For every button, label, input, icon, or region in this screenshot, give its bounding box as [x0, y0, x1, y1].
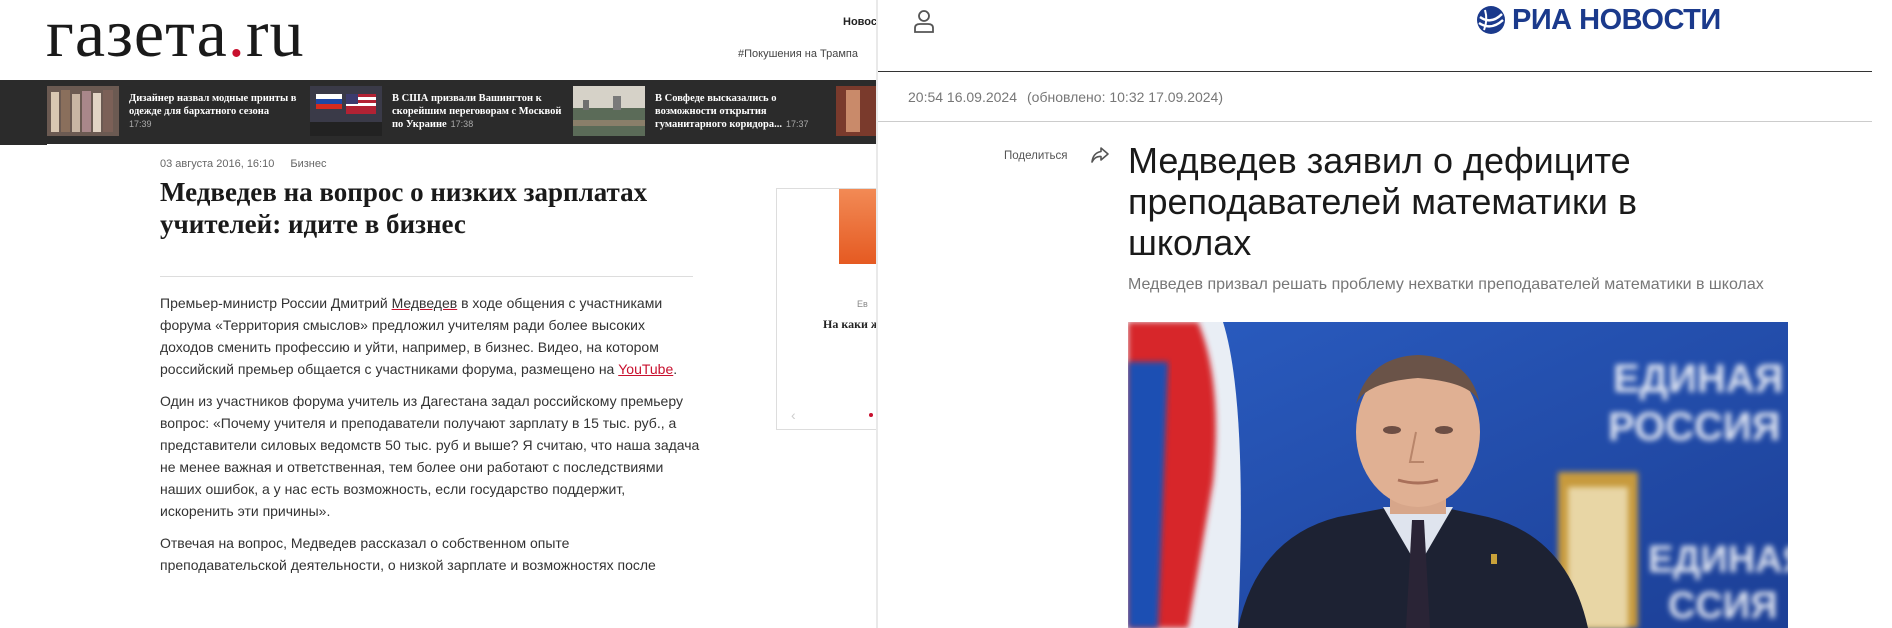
- article-title: Медведев на вопрос о низких зарплатах уч…: [160, 177, 648, 239]
- youtube-link[interactable]: YouTube: [618, 361, 673, 377]
- ria-globe-icon: [1477, 6, 1505, 34]
- arrow-left-icon[interactable]: ‹: [791, 407, 796, 423]
- news-strip-time: 17:39: [129, 119, 152, 129]
- sidebar-card[interactable]: Ев На каки жения ‹: [776, 188, 876, 430]
- nav-news-link[interactable]: Новос: [843, 16, 876, 28]
- article-updated: (обновлено: 10:32 17.09.2024): [1027, 89, 1224, 105]
- news-strip-title: В Совфеде высказались о возможности откр…: [655, 93, 809, 130]
- article-meta: 03 августа 2016, 16:10 Бизнес: [160, 158, 326, 170]
- article-photo[interactable]: ЕДИНАЯ РОССИЯ ЕДИНАЯ ССИЯ: [1128, 322, 1788, 628]
- title-divider: [160, 276, 693, 277]
- article-body: Премьер-министр России Дмитрий Медведев …: [160, 292, 700, 586]
- date-rule: [878, 121, 1872, 122]
- gazeta-window: газета.ru Новос #Покушения на Трампа Диз…: [0, 0, 876, 628]
- article-date: 03 августа 2016, 16:10: [160, 158, 275, 170]
- user-icon[interactable]: [912, 8, 936, 34]
- article-paragraph: Премьер-министр России Дмитрий Медведев …: [160, 295, 678, 377]
- news-thumbnail-partial[interactable]: [836, 86, 876, 136]
- news-thumbnail-flags: [310, 86, 382, 136]
- gazeta-logo-dot: .: [227, 0, 246, 71]
- article-title: Медведев заявил о дефиците преподавателе…: [1128, 140, 1637, 263]
- photo-banner-text: РОССИЯ: [1608, 405, 1781, 449]
- photo-banner-text: ЕДИНАЯ: [1613, 357, 1783, 401]
- sidebar-card-category: Ев: [857, 299, 868, 309]
- news-strip-item[interactable]: В Совфеде высказались о возможности откр…: [573, 86, 833, 138]
- carousel-dot[interactable]: [869, 413, 873, 417]
- gazeta-logo-tld: ru: [245, 0, 305, 71]
- news-thumbnail-landscape: [573, 86, 645, 136]
- photo-banner-text: ССИЯ: [1668, 585, 1778, 627]
- header-rule: [878, 71, 1872, 72]
- news-strip-title: В США призвали Вашингтон к скорейшим пер…: [392, 93, 562, 130]
- ria-logo-text: РИА НОВОСТИ: [1512, 3, 1721, 36]
- news-thumbnail-fashion: [47, 86, 119, 136]
- article-published: 20:54 16.09.2024: [908, 89, 1017, 105]
- photo-banner-text: ЕДИНАЯ: [1648, 539, 1788, 581]
- news-strip: Дизайнер назвал модные принты в одежде д…: [0, 80, 876, 144]
- news-strip-item[interactable]: В США призвали Вашингтон к скорейшим пер…: [310, 86, 565, 138]
- sidebar-card-image: [839, 189, 876, 264]
- news-strip-time: 17:37: [785, 119, 809, 129]
- trending-tag-link[interactable]: #Покушения на Трампа: [738, 48, 858, 60]
- sidebar-card-title: На каки жения: [823, 317, 876, 331]
- article-paragraph: Один из участников форума учитель из Даг…: [160, 393, 700, 519]
- article-dates: 20:54 16.09.2024 (обновлено: 10:32 17.09.…: [908, 89, 1223, 105]
- article-subtitle: Медведев призвал решать проблему нехватк…: [1128, 276, 1764, 293]
- ria-window: РИА НОВОСТИ 20:54 16.09.2024 (обновлено: …: [878, 0, 1892, 628]
- article-rubric-link[interactable]: Бизнес: [290, 158, 326, 170]
- share-label[interactable]: Поделиться: [1004, 150, 1068, 162]
- gazeta-logo-main: газета: [46, 0, 228, 71]
- ria-logo[interactable]: РИА НОВОСТИ: [1476, 0, 1721, 40]
- news-strip-time: 17:38: [450, 119, 474, 129]
- news-strip-item[interactable]: Дизайнер назвал модные принты в одежде д…: [47, 86, 297, 138]
- gazeta-logo[interactable]: газета.ru: [46, 0, 305, 72]
- person-link-medvedev[interactable]: Медведев: [392, 295, 458, 311]
- news-strip-title: Дизайнер назвал модные принты в одежде д…: [129, 93, 297, 129]
- share-icon[interactable]: [1090, 146, 1110, 164]
- strip-underline: [0, 144, 47, 145]
- article-paragraph: Отвечая на вопрос, Медведев рассказал о …: [160, 535, 656, 573]
